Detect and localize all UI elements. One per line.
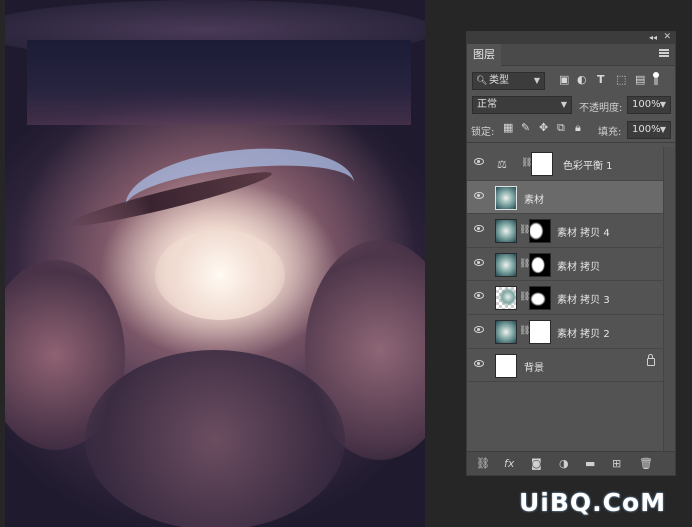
photoshop-workspace: ◂◂ ✕ 图层 🔍︎ 类型 ▼ ▣ ◐ T ⬚ ▤ 正常 ▼ 不透明度: 100… bbox=[0, 0, 692, 527]
layer-mask-thumbnail[interactable] bbox=[529, 286, 551, 311]
lock-position-icon[interactable]: ✥ bbox=[539, 122, 548, 134]
opacity-input[interactable]: 100% ▼ bbox=[627, 96, 671, 114]
type-filter-icon[interactable]: T bbox=[597, 74, 605, 86]
fill-input[interactable]: 100% ▼ bbox=[627, 121, 671, 139]
filter-row: 🔍︎ 类型 ▼ ▣ ◐ T ⬚ ▤ bbox=[467, 69, 675, 93]
adjustment-filter-icon[interactable]: ◐ bbox=[577, 74, 587, 86]
layer-thumbnail[interactable] bbox=[495, 185, 517, 210]
layer-mask-thumbnail[interactable] bbox=[529, 252, 551, 277]
layer-name: 背景 bbox=[524, 362, 544, 374]
add-mask-icon[interactable]: ◙ bbox=[531, 457, 542, 470]
layer-name: 素材 拷贝 4 bbox=[557, 228, 610, 240]
search-icon: 🔍︎ bbox=[476, 76, 488, 86]
blend-mode-value: 正常 bbox=[477, 99, 497, 110]
filter-toggle-icon[interactable] bbox=[653, 72, 659, 86]
layer-mask-thumbnail[interactable] bbox=[529, 219, 551, 244]
opacity-label: 不透明度: bbox=[579, 103, 623, 114]
opacity-value: 100% bbox=[632, 99, 661, 110]
layer-row[interactable]: ⛓ 素材 拷贝 4 bbox=[467, 214, 663, 248]
lock-icon bbox=[647, 353, 655, 366]
layer-name: 素材 bbox=[524, 194, 544, 206]
tab-layers[interactable]: 图层 bbox=[467, 44, 501, 66]
eye-icon[interactable] bbox=[474, 325, 484, 333]
layer-name: 素材 拷贝 bbox=[557, 261, 601, 273]
image-filter-icon[interactable]: ▣ bbox=[559, 74, 569, 86]
panel-title-bar: ◂◂ ✕ bbox=[467, 32, 675, 44]
link-layers-icon[interactable]: ⛓ bbox=[476, 457, 490, 470]
lock-transparency-icon[interactable]: ▦ bbox=[503, 122, 513, 134]
balance-scale-icon: ⚖ bbox=[497, 158, 507, 171]
cloud-bright-center bbox=[155, 230, 285, 320]
filter-kind-value: 类型 bbox=[489, 75, 509, 86]
layer-thumbnail[interactable] bbox=[495, 353, 517, 378]
eye-icon[interactable] bbox=[474, 359, 484, 367]
layer-thumbnail[interactable] bbox=[495, 319, 517, 344]
layer-mask-thumbnail[interactable] bbox=[531, 152, 553, 176]
chevron-down-icon: ▼ bbox=[659, 100, 666, 109]
new-layer-icon[interactable]: ⊞ bbox=[612, 457, 621, 470]
layer-name: 素材 拷贝 3 bbox=[557, 295, 610, 307]
eye-icon[interactable] bbox=[474, 158, 484, 165]
fill-label: 填充: bbox=[598, 127, 622, 138]
smart-object-filter-icon[interactable]: ▤ bbox=[635, 74, 645, 86]
shape-filter-icon[interactable]: ⬚ bbox=[616, 74, 626, 86]
layer-thumbnail[interactable] bbox=[495, 286, 517, 311]
layer-thumbnail[interactable] bbox=[495, 219, 517, 244]
lock-label: 锁定: bbox=[471, 127, 495, 138]
layer-list-scrollbar[interactable] bbox=[663, 147, 675, 452]
layer-thumbnail[interactable] bbox=[495, 252, 517, 277]
fill-value: 100% bbox=[632, 124, 661, 135]
layers-panel: ◂◂ ✕ 图层 🔍︎ 类型 ▼ ▣ ◐ T ⬚ ▤ 正常 ▼ 不透明度: 100… bbox=[466, 31, 676, 476]
layer-row[interactable]: ⛓ 素材 拷贝 2 bbox=[467, 314, 663, 349]
layer-row[interactable]: ⛓ 素材 拷贝 bbox=[467, 247, 663, 282]
blend-opacity-row: 正常 ▼ 不透明度: 100% ▼ bbox=[467, 93, 675, 117]
fx-icon[interactable]: fx bbox=[504, 457, 514, 470]
trash-icon[interactable]: 🗑︎ bbox=[639, 457, 653, 470]
panel-menu-icon[interactable] bbox=[659, 49, 669, 57]
layer-list: ⚖ ⛓ 色彩平衡 1 素材 ⛓ 素材 拷贝 4 ⛓ 素材 拷贝 ⛓ 素材 拷贝 … bbox=[467, 147, 663, 383]
blend-mode-select[interactable]: 正常 ▼ bbox=[472, 96, 572, 114]
layer-mask-thumbnail[interactable] bbox=[529, 319, 551, 344]
lock-fill-row: 锁定: ▦ ✎ ✥ ⧉ 🔒︎ 填充: 100% ▼ bbox=[467, 117, 675, 143]
chevron-down-icon: ▼ bbox=[533, 76, 540, 85]
chevron-down-icon: ▼ bbox=[560, 100, 567, 109]
eye-icon[interactable] bbox=[474, 191, 484, 199]
layer-row[interactable]: ⛓ 素材 拷贝 3 bbox=[467, 281, 663, 315]
collapse-icon[interactable]: ◂◂ bbox=[649, 33, 657, 42]
cloud-bottom bbox=[85, 350, 345, 527]
dark-sky-band bbox=[27, 40, 411, 125]
lock-pixels-icon[interactable]: ✎ bbox=[521, 122, 530, 134]
filter-kind-select[interactable]: 🔍︎ 类型 ▼ bbox=[472, 72, 545, 90]
eye-icon[interactable] bbox=[474, 258, 484, 266]
eye-icon[interactable] bbox=[474, 225, 484, 233]
layer-row[interactable]: ⚖ ⛓ 色彩平衡 1 bbox=[467, 147, 663, 181]
new-adjustment-layer-icon[interactable]: ◑ bbox=[559, 457, 569, 470]
eye-icon[interactable] bbox=[474, 292, 484, 300]
layer-name: 素材 拷贝 2 bbox=[557, 328, 610, 340]
panel-footer: ⛓ fx ◙ ◑ ▬ ⊞ 🗑︎ bbox=[467, 451, 675, 475]
document-canvas[interactable] bbox=[5, 0, 425, 527]
watermark-logo: UiBQ.CoM bbox=[519, 488, 667, 517]
chevron-down-icon: ▼ bbox=[659, 125, 666, 134]
close-icon[interactable]: ✕ bbox=[663, 32, 671, 42]
lock-artboard-icon[interactable]: ⧉ bbox=[557, 122, 565, 134]
new-group-icon[interactable]: ▬ bbox=[585, 457, 595, 470]
layer-name: 色彩平衡 1 bbox=[563, 161, 613, 172]
panel-header: 图层 bbox=[467, 44, 675, 66]
layer-row[interactable]: 素材 bbox=[467, 180, 663, 215]
lock-all-icon[interactable]: 🔒︎ bbox=[575, 122, 581, 134]
layer-row[interactable]: 背景 bbox=[467, 348, 663, 383]
